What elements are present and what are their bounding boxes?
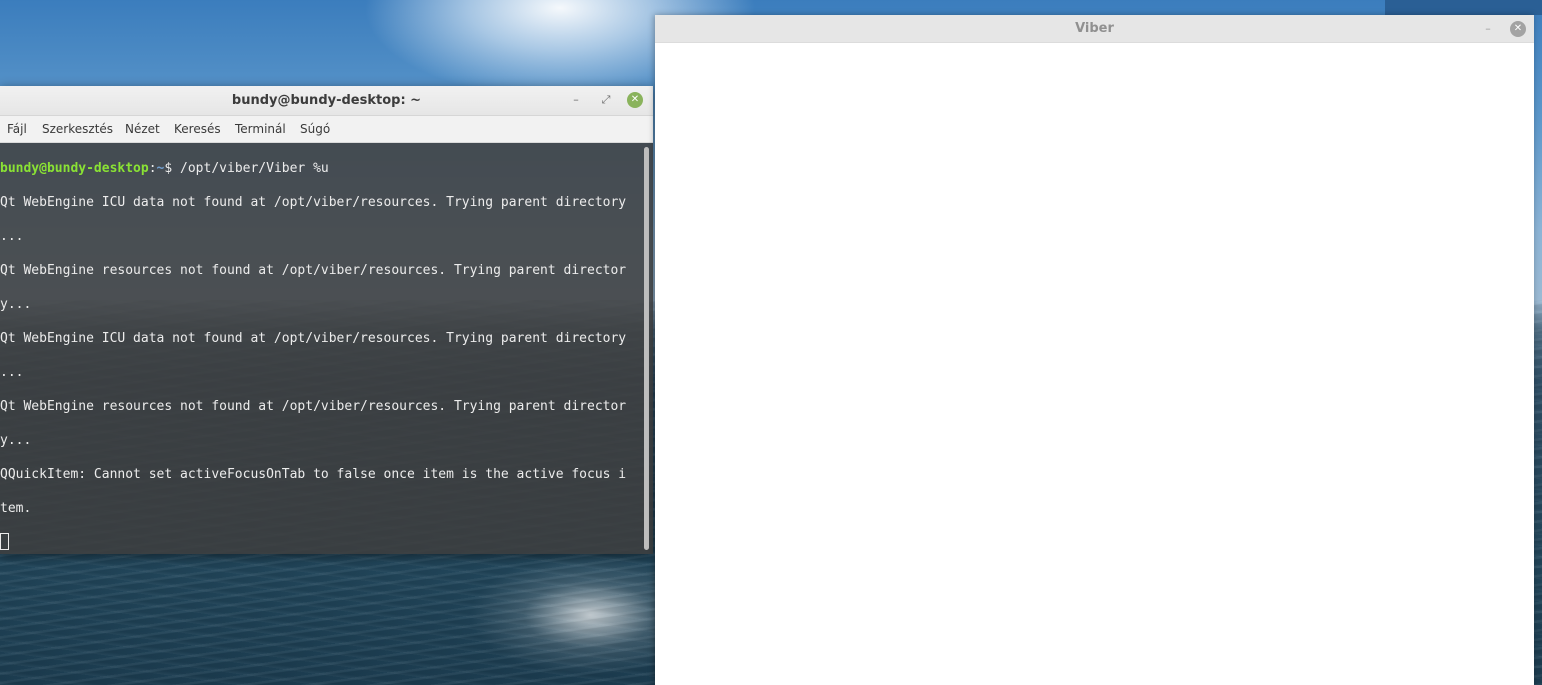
menu-item-help[interactable]: Súgó — [300, 122, 330, 136]
output-line: ... — [0, 365, 24, 380]
output-line: y... — [0, 433, 32, 448]
prompt-command: /opt/viber/Viber %u — [180, 161, 329, 176]
terminal-menubar: Fájl Szerkesztés Nézet Keresés Terminál … — [0, 116, 653, 143]
menu-item-edit[interactable]: Szerkesztés — [42, 122, 113, 136]
terminal-output: bundy@bundy-desktop:~$ /opt/viber/Viber … — [0, 143, 644, 554]
menu-item-terminal[interactable]: Terminál — [235, 122, 286, 136]
background-window-edge — [1385, 0, 1542, 15]
terminal-content[interactable]: bundy@bundy-desktop:~$ /opt/viber/Viber … — [0, 143, 653, 554]
minimize-icon[interactable]: – — [568, 92, 584, 108]
viber-content-area[interactable] — [655, 43, 1534, 685]
output-line: tem. — [0, 501, 32, 516]
terminal-scrollbar[interactable] — [644, 147, 649, 550]
prompt-symbol: $ — [164, 161, 181, 176]
text-cursor — [0, 533, 9, 550]
viber-window[interactable]: Viber – ✕ — [655, 15, 1534, 685]
output-line: ... — [0, 229, 24, 244]
cursor-line — [0, 533, 644, 551]
terminal-window[interactable]: bundy@bundy-desktop: ~ – ⤢ ✕ Fájl Szerke… — [0, 86, 653, 554]
terminal-prompt-line: bundy@bundy-desktop:~$ /opt/viber/Viber … — [0, 160, 644, 177]
output-line: Qt WebEngine ICU data not found at /opt/… — [0, 195, 627, 210]
output-line: QQuickItem: Cannot set activeFocusOnTab … — [0, 467, 627, 482]
maximize-icon[interactable]: ⤢ — [598, 92, 614, 108]
close-icon[interactable]: ✕ — [1510, 21, 1526, 37]
prompt-separator: : — [148, 161, 157, 176]
viber-titlebar[interactable]: Viber – ✕ — [655, 15, 1534, 43]
minimize-icon[interactable]: – — [1480, 21, 1496, 37]
terminal-titlebar[interactable]: bundy@bundy-desktop: ~ – ⤢ ✕ — [0, 86, 653, 116]
close-icon[interactable]: ✕ — [627, 92, 643, 108]
output-line: Qt WebEngine ICU data not found at /opt/… — [0, 331, 627, 346]
terminal-title: bundy@bundy-desktop: ~ — [231, 93, 422, 108]
output-line: Qt WebEngine resources not found at /opt… — [0, 263, 627, 278]
menu-item-file[interactable]: Fájl — [7, 122, 27, 136]
viber-title: Viber — [1075, 21, 1114, 36]
prompt-user-host: bundy@bundy-desktop — [0, 161, 149, 176]
menu-item-view[interactable]: Nézet — [125, 122, 160, 136]
output-line: y... — [0, 297, 32, 312]
output-line: Qt WebEngine resources not found at /opt… — [0, 399, 627, 414]
menu-item-search[interactable]: Keresés — [174, 122, 221, 136]
